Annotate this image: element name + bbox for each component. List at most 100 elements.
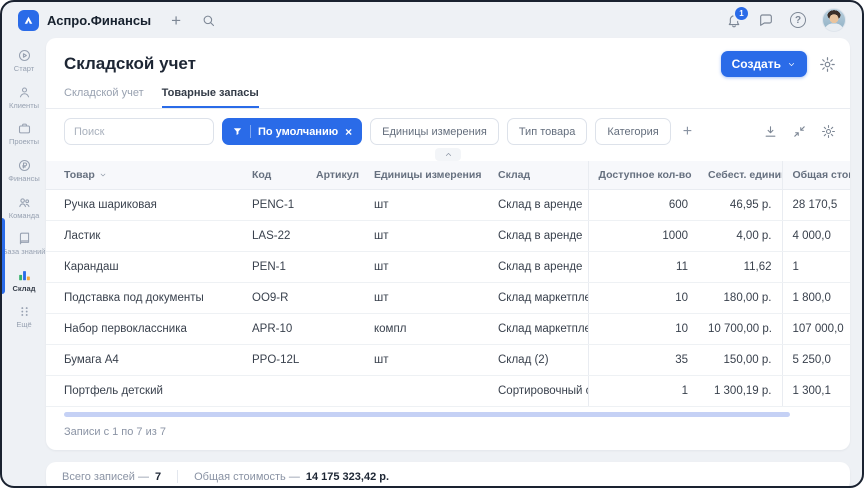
table-cell: 11 — [588, 252, 698, 283]
table-cell: Набор первоклассника — [46, 314, 242, 345]
sidebar-item-label: Ещё — [16, 321, 31, 330]
tab-inventory[interactable]: Товарные запасы — [162, 87, 259, 108]
column-header-available-qty[interactable]: Доступное кол-во — [588, 161, 698, 190]
table-cell: 5 250,0 — [782, 345, 850, 376]
collapse-filters-button[interactable] — [435, 148, 461, 161]
sidebar-item-label: База знаний — [3, 248, 46, 257]
table-row[interactable]: Подставка под документыOO9-RштСклад марк… — [46, 283, 850, 314]
table-cell: Склад в аренде — [488, 252, 588, 283]
pagination-status: Записи с 1 по 7 из 7 — [46, 417, 850, 450]
collapse-arrows-icon — [792, 124, 807, 139]
sidebar-item-clients[interactable]: Клиенты — [2, 85, 46, 111]
column-header-code[interactable]: Код — [242, 161, 306, 190]
table-cell: шт — [364, 252, 488, 283]
table-cell: 1 — [782, 252, 850, 283]
download-icon — [763, 124, 778, 139]
sidebar-item-start[interactable]: Старт — [2, 48, 46, 74]
table-cell: 180,00 р. — [698, 283, 782, 314]
notifications-button[interactable]: 1 — [726, 12, 742, 28]
table-cell: APR-10 — [242, 314, 306, 345]
table-cell: Склад маркетплейса — [488, 314, 588, 345]
table-row[interactable]: Набор первоклассникаAPR-10комплСклад мар… — [46, 314, 850, 345]
sidebar-item-more[interactable]: Ещё — [2, 304, 46, 330]
sidebar-item-label: Старт — [14, 65, 34, 74]
sort-chevron-icon — [99, 171, 107, 179]
ruble-coin-icon — [17, 158, 32, 173]
table-cell: 1 300,19 р. — [698, 376, 782, 407]
table-cell: Бумага А4 — [46, 345, 242, 376]
start-icon — [17, 48, 32, 63]
table-settings-button[interactable] — [821, 124, 836, 139]
table-cell: LAS-22 — [242, 221, 306, 252]
tab-warehouse-accounting[interactable]: Складской учет — [64, 87, 144, 108]
table-cell: 28 170,5 — [782, 190, 850, 221]
tab-bar: Складской учет Товарные запасы — [46, 87, 850, 109]
column-header-article[interactable]: Артикул — [306, 161, 364, 190]
sidebar-item-label: Клиенты — [9, 102, 39, 111]
table-cell: Склад в аренде — [488, 190, 588, 221]
records-count-label: Всего записей — — [62, 471, 149, 483]
funnel-icon — [232, 126, 243, 137]
quick-add-button[interactable]: + — [171, 12, 181, 29]
column-header-product[interactable]: Товар — [46, 161, 242, 190]
sidebar-item-team[interactable]: Команда — [2, 195, 46, 221]
active-filter-pill[interactable]: По умолчанию × — [222, 118, 362, 145]
export-button[interactable] — [763, 124, 778, 139]
table-cell: шт — [364, 190, 488, 221]
help-button[interactable]: ? — [790, 12, 806, 28]
brand[interactable]: Аспро.Финансы — [18, 10, 151, 31]
sidebar-item-finance[interactable]: Финансы — [2, 158, 46, 184]
page-settings-button[interactable] — [819, 56, 836, 73]
table-cell: 600 — [588, 190, 698, 221]
table-cell: Ручка шариковая — [46, 190, 242, 221]
table-cell: 10 700,00 р. — [698, 314, 782, 345]
team-icon — [17, 195, 32, 210]
chat-button[interactable] — [758, 12, 774, 28]
table-cell: PEN-1 — [242, 252, 306, 283]
collapse-view-button[interactable] — [792, 124, 807, 139]
table-row[interactable]: КарандашPEN-1 штСклад в аренде1111,621 — [46, 252, 850, 283]
table-cell: 1000 — [588, 221, 698, 252]
filter-chip-units[interactable]: Единицы измерения — [370, 118, 499, 145]
table-row[interactable]: Ручка шариковаяPENC-1штСклад в аренде600… — [46, 190, 850, 221]
table-cell: Карандаш — [46, 252, 242, 283]
column-header-warehouse[interactable]: Склад — [488, 161, 588, 190]
table-cell — [306, 345, 364, 376]
table-cell: Подставка под документы — [46, 283, 242, 314]
filter-chip-category[interactable]: Категория — [595, 118, 670, 145]
remove-filter-icon[interactable]: × — [345, 126, 352, 138]
plus-icon: + — [171, 12, 181, 29]
user-avatar[interactable] — [822, 8, 846, 32]
search-input[interactable] — [64, 118, 214, 145]
sidebar-item-knowledge-base[interactable]: База знаний — [2, 231, 46, 257]
sidebar-item-projects[interactable]: Проекты — [2, 121, 46, 147]
add-filter-button[interactable]: + — [679, 123, 696, 141]
table-cell: 35 — [588, 345, 698, 376]
table-cell: 11,62 — [698, 252, 782, 283]
column-header-units[interactable]: Единицы измерения — [364, 161, 488, 190]
filter-chip-product-type[interactable]: Тип товара — [507, 118, 588, 145]
help-icon: ? — [790, 12, 806, 28]
sidebar-scrollbar[interactable] — [2, 218, 5, 294]
table-cell: 150,00 р. — [698, 345, 782, 376]
page-title: Складской учет — [64, 54, 196, 74]
search-button[interactable] — [201, 13, 216, 28]
summary-divider — [177, 470, 178, 483]
sidebar-item-warehouse[interactable]: Склад — [2, 268, 46, 294]
sidebar-item-label: Команда — [9, 212, 40, 221]
table-row[interactable]: Бумага А4PPO-12LштСклад (2)35150,00 р.5 … — [46, 345, 850, 376]
table-cell — [242, 376, 306, 407]
create-button[interactable]: Создать — [721, 51, 807, 77]
column-header-unit-cost[interactable]: Себест. единицы — [698, 161, 782, 190]
table-row[interactable]: ЛастикLAS-22штСклад в аренде10004,00 р.4… — [46, 221, 850, 252]
table-row[interactable]: Портфель детскийСортировочный скла11 300… — [46, 376, 850, 407]
column-header-total-cost[interactable]: Общая стоимость — [782, 161, 850, 190]
table-cell: Склад в аренде — [488, 221, 588, 252]
table-cell: PPO-12L — [242, 345, 306, 376]
table-cell — [306, 314, 364, 345]
table-cell: 1 800,0 — [782, 283, 850, 314]
table-cell: 1 — [588, 376, 698, 407]
table-cell: 4,00 р. — [698, 221, 782, 252]
column-header-label: Товар — [64, 169, 95, 181]
main-content: Складской учет Создать Складской учет То… — [46, 38, 850, 486]
